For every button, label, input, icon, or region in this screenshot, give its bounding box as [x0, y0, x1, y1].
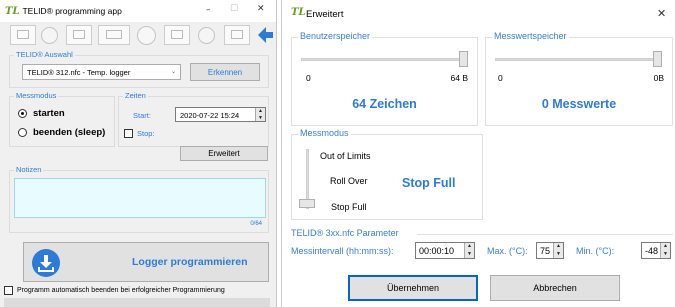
download-icon — [32, 249, 60, 277]
starten-radio[interactable] — [18, 109, 27, 118]
stop-label: Stop: — [137, 129, 155, 138]
main-window-title: TELID® programming app — [22, 6, 122, 16]
dialog-messmodus-group: Messmodus Out of Limits Roll Over Stop F… — [291, 128, 483, 220]
erkennen-button[interactable]: Erkennen — [190, 63, 260, 81]
dialog-logo: TL — [291, 7, 306, 18]
start-datetime-value: 2020-07-22 15:24 — [180, 111, 240, 120]
auswahl-group: TELID® Auswahl TELID® 312.nfc - Temp. lo… — [9, 50, 269, 88]
device-card-icon[interactable] — [10, 25, 36, 45]
start-datetime-field[interactable]: 2020-07-22 15:24 ▲ ▼ — [175, 107, 266, 122]
erweitert-button[interactable]: Erweitert — [180, 146, 268, 161]
start-datetime-spinner[interactable]: ▲ ▼ — [255, 108, 265, 121]
min-field[interactable]: -48 ▲ ▼ — [641, 242, 671, 259]
notizen-group: Notizen 0/64 — [9, 165, 269, 233]
chevron-down-icon: ⌄ — [170, 69, 176, 75]
notizen-counter: 0/64 — [250, 221, 262, 227]
selected-mode-text: Stop Full — [402, 176, 456, 190]
dialog-close-button[interactable]: ✕ — [657, 7, 666, 20]
beenden-option[interactable]: beenden (sleep) — [18, 127, 105, 138]
dialog-title: Erweitert — [306, 9, 344, 20]
messintervall-spinner[interactable]: ▲ ▼ — [464, 243, 474, 258]
beenden-label: beenden (sleep) — [33, 127, 106, 138]
start-label: Start: — [133, 111, 151, 120]
messwertspeicher-slider-thumb[interactable] — [653, 51, 662, 67]
device-select[interactable]: TELID® 312.nfc - Temp. logger ⌄ — [22, 64, 181, 80]
auto-exit-checkbox[interactable] — [4, 286, 13, 295]
messwertspeicher-value: 0 Messwerte — [541, 97, 617, 111]
max-spinner[interactable]: ▲ ▼ — [553, 243, 563, 258]
max-field[interactable]: 75 ▲ ▼ — [536, 242, 564, 259]
device-label-icon[interactable] — [98, 25, 130, 45]
uebernehmen-button[interactable]: Übernehmen — [348, 275, 478, 301]
benutzerspeicher-label: Benutzerspeicher — [298, 31, 373, 41]
benutzerspeicher-min: 0 — [306, 73, 311, 83]
benutzerspeicher-slider-track — [301, 58, 468, 61]
device-toolbar — [6, 24, 274, 46]
messwertspeicher-min: 0 — [498, 73, 503, 83]
erweitert-dialog: TL Erweitert ✕ Benutzerspeicher 0 64 B 6… — [281, 0, 675, 307]
stop-option[interactable]: Stop: — [124, 129, 155, 138]
arrow-left-icon[interactable] — [256, 24, 274, 46]
messwertspeicher-slider-track — [495, 58, 662, 61]
main-window: TL TELID® programming app – ☐ ✕ TELID® A… — [0, 0, 277, 307]
messmodus-slider-thumb[interactable] — [299, 199, 315, 208]
parameter-divider — [417, 234, 673, 235]
minimize-button[interactable]: – — [206, 5, 211, 15]
starten-option[interactable]: starten — [18, 108, 65, 119]
close-button[interactable]: ✕ — [257, 4, 265, 14]
device-select-value: TELID® 312.nfc - Temp. logger — [27, 68, 131, 77]
zeiten-group: Zeiten Start: 2020-07-22 15:24 ▲ ▼ Stop: — [118, 91, 269, 147]
device-logger-icon[interactable] — [224, 25, 250, 45]
auswahl-group-label: TELID® Auswahl — [14, 50, 75, 59]
auto-exit-option[interactable]: Programm automatisch beenden bei erfolgr… — [4, 286, 225, 295]
benutzerspeicher-slider-thumb[interactable] — [459, 51, 468, 67]
abbrechen-button[interactable]: Abbrechen — [490, 275, 620, 301]
auto-exit-label: Programm automatisch beenden bei erfolgr… — [17, 287, 225, 294]
stop-checkbox[interactable] — [124, 129, 133, 138]
messwertspeicher-max: 0B — [653, 73, 664, 83]
messwertspeicher-label: Messwertspeicher — [492, 31, 569, 41]
parameter-group: TELID® 3xx.nfc Parameter Messintervall (… — [291, 228, 673, 262]
app-logo: TL — [5, 5, 20, 17]
device-button-icon[interactable] — [198, 27, 215, 44]
min-value: -48 — [645, 245, 659, 256]
mode-option-roll-over[interactable]: Roll Over — [330, 176, 368, 186]
dialog-messmodus-label: Messmodus — [298, 128, 351, 138]
parameter-label: TELID® 3xx.nfc Parameter — [291, 228, 399, 238]
min-label: Min. (°C): — [576, 246, 615, 256]
device-sensor-icon[interactable] — [164, 25, 190, 45]
device-tag-icon[interactable] — [66, 25, 92, 45]
min-spinner[interactable]: ▲ ▼ — [660, 243, 670, 258]
mode-option-stop-full[interactable]: Stop Full — [331, 202, 367, 212]
logger-programmieren-button[interactable]: Logger programmieren — [23, 242, 269, 282]
main-titlebar: TL TELID® programming app – ☐ ✕ — [0, 0, 276, 22]
messmodus-group: Messmodus starten beenden (sleep) — [9, 91, 115, 147]
notizen-group-label: Notizen — [14, 165, 44, 174]
max-label: Max. (°C): — [487, 246, 528, 256]
benutzerspeicher-group: Benutzerspeicher 0 64 B 64 Zeichen — [291, 31, 478, 126]
benutzerspeicher-value: 64 Zeichen — [352, 97, 417, 111]
dialog-titlebar: TL Erweitert ✕ — [282, 0, 675, 30]
notizen-textarea[interactable] — [14, 178, 266, 218]
logger-programmieren-label: Logger programmieren — [132, 256, 248, 268]
messwertspeicher-group: Messwertspeicher 0 0B 0 Messwerte — [485, 31, 673, 126]
zeiten-group-label: Zeiten — [123, 91, 148, 100]
starten-label: starten — [33, 108, 65, 119]
messintervall-value: 00:00:10 — [419, 245, 455, 256]
max-value: 75 — [540, 245, 551, 256]
status-strip — [4, 298, 270, 307]
messintervall-field[interactable]: 00:00:10 ▲ ▼ — [415, 242, 475, 259]
device-disc-icon[interactable] — [41, 27, 58, 44]
benutzerspeicher-max: 64 B — [450, 73, 469, 83]
messintervall-label: Messintervall (hh:mm:ss): — [291, 246, 394, 256]
device-round-icon[interactable] — [137, 26, 156, 45]
maximize-button[interactable]: ☐ — [230, 4, 238, 14]
beenden-radio[interactable] — [18, 128, 27, 137]
messmodus-group-label: Messmodus — [14, 91, 59, 100]
mode-option-out-of-limits[interactable]: Out of Limits — [320, 151, 371, 161]
